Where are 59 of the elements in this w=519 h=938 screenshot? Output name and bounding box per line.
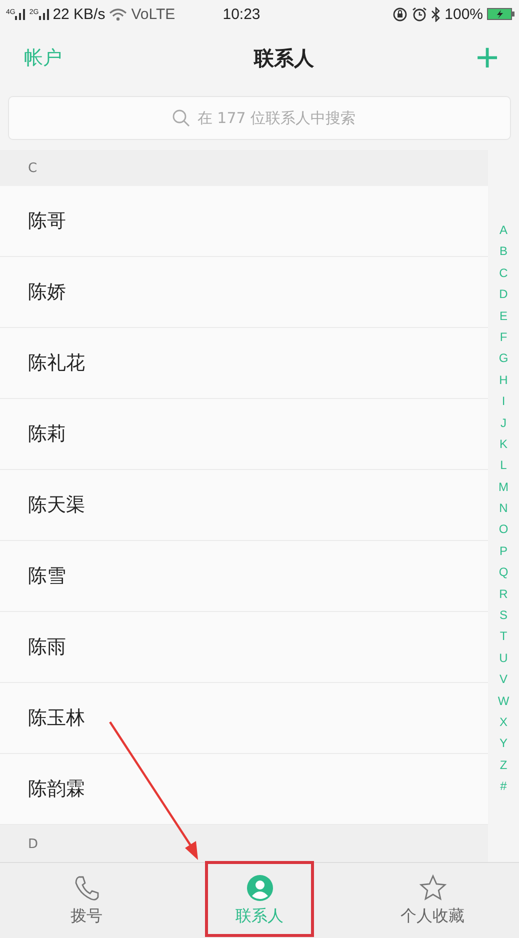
signal-icon	[15, 8, 26, 20]
index-letter[interactable]: I	[502, 391, 506, 413]
bluetooth-icon	[430, 6, 441, 22]
index-letter[interactable]: C	[499, 262, 508, 284]
index-letter[interactable]: J	[500, 412, 506, 434]
contact-item[interactable]: 陈哥	[0, 186, 488, 257]
tab[interactable]: 个人收藏	[346, 863, 519, 938]
index-letter[interactable]: #	[500, 776, 507, 798]
rotation-lock-icon	[392, 6, 408, 22]
index-letter[interactable]: K	[499, 434, 508, 456]
signal-icon	[38, 8, 49, 20]
battery-percent: 100%	[444, 6, 484, 22]
contact-item[interactable]: 陈雨	[0, 612, 488, 683]
star-icon	[418, 874, 446, 902]
contact-item[interactable]: 陈雪	[0, 541, 488, 612]
index-letter[interactable]: H	[499, 370, 508, 392]
index-letter[interactable]: F	[500, 326, 508, 348]
index-letter[interactable]: V	[499, 669, 508, 691]
tab[interactable]: 联系人	[173, 863, 346, 938]
index-letter[interactable]: Q	[498, 562, 508, 584]
contact-item[interactable]: 陈天渠	[0, 470, 488, 541]
index-letter[interactable]: E	[499, 306, 508, 327]
index-letter[interactable]: B	[499, 241, 508, 263]
index-letter[interactable]: R	[499, 584, 508, 606]
contact-item[interactable]: 陈莉	[0, 399, 488, 470]
index-letter[interactable]: O	[498, 519, 508, 541]
network-speed: 22 KB/s	[52, 6, 106, 22]
alarm-icon	[412, 6, 427, 22]
network-label: VoLTE	[131, 6, 176, 22]
index-letter[interactable]: X	[499, 712, 508, 734]
index-letter[interactable]: Z	[500, 754, 508, 776]
section-header: C	[0, 150, 488, 186]
index-letter[interactable]: G	[498, 348, 508, 370]
contact-item[interactable]: 陈娇	[0, 257, 488, 328]
wifi-icon	[109, 8, 128, 20]
phone-icon	[72, 874, 100, 902]
index-letter[interactable]: N	[499, 498, 508, 520]
index-letter[interactable]: M	[498, 476, 508, 498]
index-letter[interactable]: W	[498, 690, 510, 712]
tab[interactable]: 拨号	[0, 863, 173, 938]
search-icon	[172, 109, 190, 127]
person-icon	[246, 874, 274, 902]
account-link[interactable]: 帐户	[24, 45, 62, 71]
index-letter[interactable]: T	[500, 626, 508, 648]
index-letter[interactable]: Y	[499, 733, 508, 755]
index-letter[interactable]: U	[499, 648, 508, 670]
add-button[interactable]: +	[476, 38, 499, 78]
index-letter[interactable]: L	[500, 455, 507, 477]
index-letter[interactable]: A	[499, 220, 508, 242]
battery-icon	[487, 7, 516, 21]
index-letter[interactable]: S	[499, 605, 508, 626]
index-letter[interactable]: D	[499, 284, 508, 306]
contact-item[interactable]: 陈礼花	[0, 328, 488, 399]
index-letter[interactable]: P	[499, 540, 508, 562]
contact-item[interactable]: 陈玉林	[0, 683, 488, 754]
page-title: 联系人	[254, 44, 314, 72]
section-header: D	[0, 825, 488, 863]
clock: 10:23	[222, 6, 260, 22]
search-field[interactable]: 在 177 位联系人中搜索	[8, 96, 511, 140]
